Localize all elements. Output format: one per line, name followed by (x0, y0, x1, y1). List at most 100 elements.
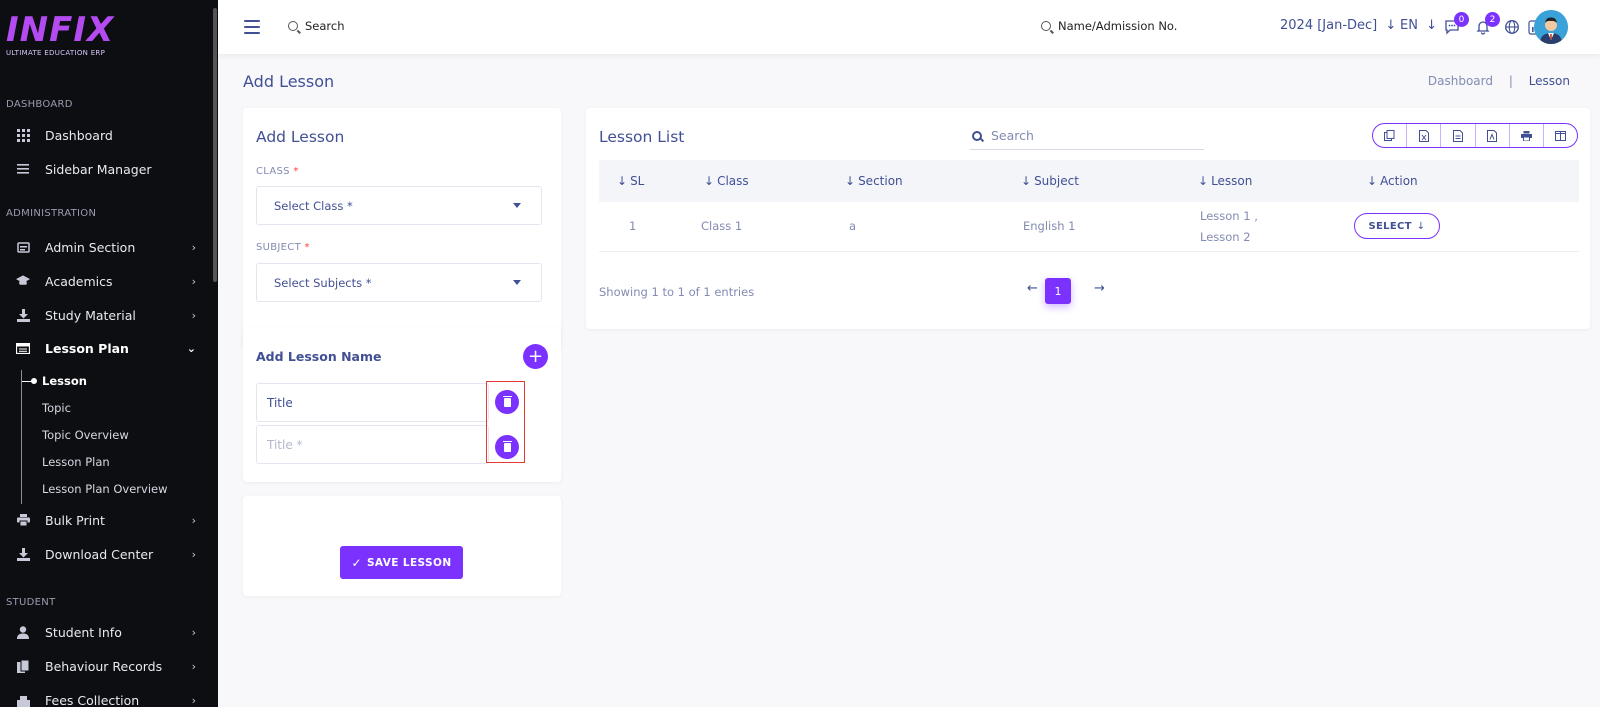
class-select[interactable]: Select Class * (256, 186, 542, 225)
sidebar-item-label: Admin Section (45, 239, 136, 255)
chevron-right-icon: › (191, 308, 196, 322)
previous-page-button[interactable]: ← (1027, 281, 1038, 296)
column-header-lesson[interactable]: ↓ Lesson (1198, 174, 1252, 188)
academic-year-value: 2024 [Jan-Dec] (1280, 18, 1378, 33)
avatar[interactable] (1534, 10, 1568, 44)
next-page-button[interactable]: → (1094, 281, 1105, 296)
breadcrumb-dashboard[interactable]: Dashboard (1428, 74, 1493, 88)
fees-icon (16, 693, 30, 707)
submenu-item-lesson-plan-overview[interactable]: Lesson Plan Overview (42, 482, 168, 496)
top-header: Search Name/Admission No. 2024 [Jan-Dec]… (218, 0, 1600, 54)
pdf-icon (1487, 129, 1498, 142)
messages-badge: 0 (1454, 12, 1469, 27)
sidebar-item-label: Study Material (45, 307, 136, 323)
sidebar-item-fees-collection[interactable]: Fees Collection › (0, 686, 210, 707)
save-card: ✓ SAVE LESSON (243, 496, 561, 596)
messages-button[interactable]: 0 (1444, 12, 1469, 35)
copy-button[interactable] (1373, 124, 1408, 147)
website-button[interactable] (1504, 19, 1520, 35)
pdf-button[interactable] (1476, 124, 1510, 147)
search-icon (972, 130, 982, 141)
student-search-label: Name/Admission No. (1058, 19, 1178, 33)
add-lesson-title: Add Lesson (256, 128, 345, 146)
save-lesson-button[interactable]: ✓ SAVE LESSON (340, 546, 463, 579)
column-header-label: Lesson (1211, 174, 1253, 188)
submenu-item-topic[interactable]: Topic (42, 401, 71, 415)
entries-info: Showing 1 to 1 of 1 entries (599, 285, 755, 299)
column-header-sl[interactable]: ↓ SL (617, 174, 644, 188)
sidebar-item-academics[interactable]: Academics › (0, 267, 210, 295)
caret-down-icon (513, 203, 521, 208)
logo[interactable]: INFIX ULTIMATE EDUCATION ERP (6, 12, 114, 57)
table-header: ↓ SL ↓ Class ↓ Section ↓ Subject ↓ Lesson ↓ Ac… (599, 160, 1579, 202)
sidebar-item-dashboard[interactable]: Dashboard (0, 121, 210, 149)
sidebar-item-label: Student Info (45, 624, 122, 640)
grid-icon (16, 128, 30, 142)
column-header-label: Class (717, 174, 749, 188)
select-action-button[interactable]: SELECT ↓ (1354, 213, 1440, 239)
excel-button[interactable] (1407, 124, 1442, 147)
required-mark: * (293, 166, 299, 177)
section-dashboard: DASHBOARD (6, 99, 73, 110)
csv-button[interactable] (1441, 124, 1476, 147)
subject-select[interactable]: Select Subjects * (256, 263, 542, 302)
academic-year-selector[interactable]: 2024 [Jan-Dec] ↓ (1280, 18, 1396, 33)
download-icon (16, 547, 30, 561)
add-lesson-card: Add Lesson CLASS * Select Class * SUBJEC… (243, 108, 561, 347)
submenu-active-indicator (22, 378, 37, 384)
section-administration: ADMINISTRATION (6, 208, 97, 219)
notifications-button[interactable]: 2 (1475, 12, 1500, 35)
printer-icon (1520, 130, 1532, 141)
submenu-item-topic-overview[interactable]: Topic Overview (42, 428, 129, 442)
chevron-right-icon: › (191, 513, 196, 527)
lesson-list-card: Lesson List Search ↓ SL ↓ Class ↓ Section ↓… (586, 108, 1590, 329)
lesson-list-search[interactable]: Search (970, 122, 1204, 150)
sort-arrow-icon: ↓ (1367, 174, 1378, 188)
list-icon (16, 162, 30, 176)
header-search[interactable]: Search (288, 19, 345, 33)
sidebar-item-behaviour-records[interactable]: Behaviour Records › (0, 652, 210, 680)
columns-icon (1554, 130, 1566, 141)
select-action-label: SELECT (1368, 220, 1412, 232)
download-icon (16, 308, 30, 322)
student-search[interactable]: Name/Admission No. (1041, 19, 1177, 33)
class-label: CLASS * (256, 166, 299, 177)
submenu-item-lesson-plan[interactable]: Lesson Plan (42, 455, 110, 469)
sidebar-item-lesson-plan[interactable]: Lesson Plan ⌄ (0, 334, 210, 362)
sort-arrow-icon: ↓ (704, 174, 715, 188)
lesson-title-input-2[interactable]: Title * (256, 425, 489, 464)
breadcrumb-current: Lesson (1528, 74, 1570, 88)
sidebar-item-student-info[interactable]: Student Info › (0, 618, 210, 646)
add-row-button[interactable]: + (523, 344, 548, 369)
search-icon (288, 21, 298, 31)
print-button[interactable] (1510, 124, 1544, 147)
column-header-class[interactable]: ↓ Class (704, 174, 749, 188)
sidebar-item-download-center[interactable]: Download Center › (0, 540, 210, 568)
column-header-action[interactable]: ↓ Action (1367, 174, 1418, 188)
sidebar-item-study-material[interactable]: Study Material › (0, 301, 210, 329)
sidebar: INFIX ULTIMATE EDUCATION ERP DASHBOARD D… (0, 0, 218, 707)
row-divider (599, 251, 1579, 252)
chevron-right-icon: › (191, 693, 196, 707)
sidebar-item-bulk-print[interactable]: Bulk Print › (0, 506, 210, 534)
column-header-label: SL (630, 174, 645, 188)
sidebar-item-sidebar-manager[interactable]: Sidebar Manager (0, 155, 210, 183)
column-header-label: Section (858, 174, 903, 188)
menu-toggle-icon[interactable] (244, 20, 260, 38)
lesson-title-input-1[interactable]: Title (256, 383, 489, 422)
page-1-button[interactable]: 1 (1045, 278, 1071, 304)
column-header-section[interactable]: ↓ Section (845, 174, 903, 188)
columns-button[interactable] (1544, 124, 1577, 147)
logo-text: INFIX (6, 10, 115, 50)
language-selector[interactable]: EN ↓ (1400, 18, 1437, 33)
cell-lesson-line-2: Lesson 2 (1200, 230, 1251, 244)
cell-sl: 1 (629, 219, 637, 233)
sidebar-item-admin-section[interactable]: Admin Section › (0, 233, 210, 261)
submenu-item-lesson[interactable]: Lesson (42, 374, 87, 388)
chevron-right-icon: › (191, 625, 196, 639)
sidebar-scrollbar[interactable] (213, 8, 217, 282)
chevron-right-icon: › (191, 547, 196, 561)
lesson-list-search-placeholder: Search (991, 128, 1034, 143)
column-header-subject[interactable]: ↓ Subject (1021, 174, 1079, 188)
save-lesson-label: SAVE LESSON (366, 556, 452, 569)
